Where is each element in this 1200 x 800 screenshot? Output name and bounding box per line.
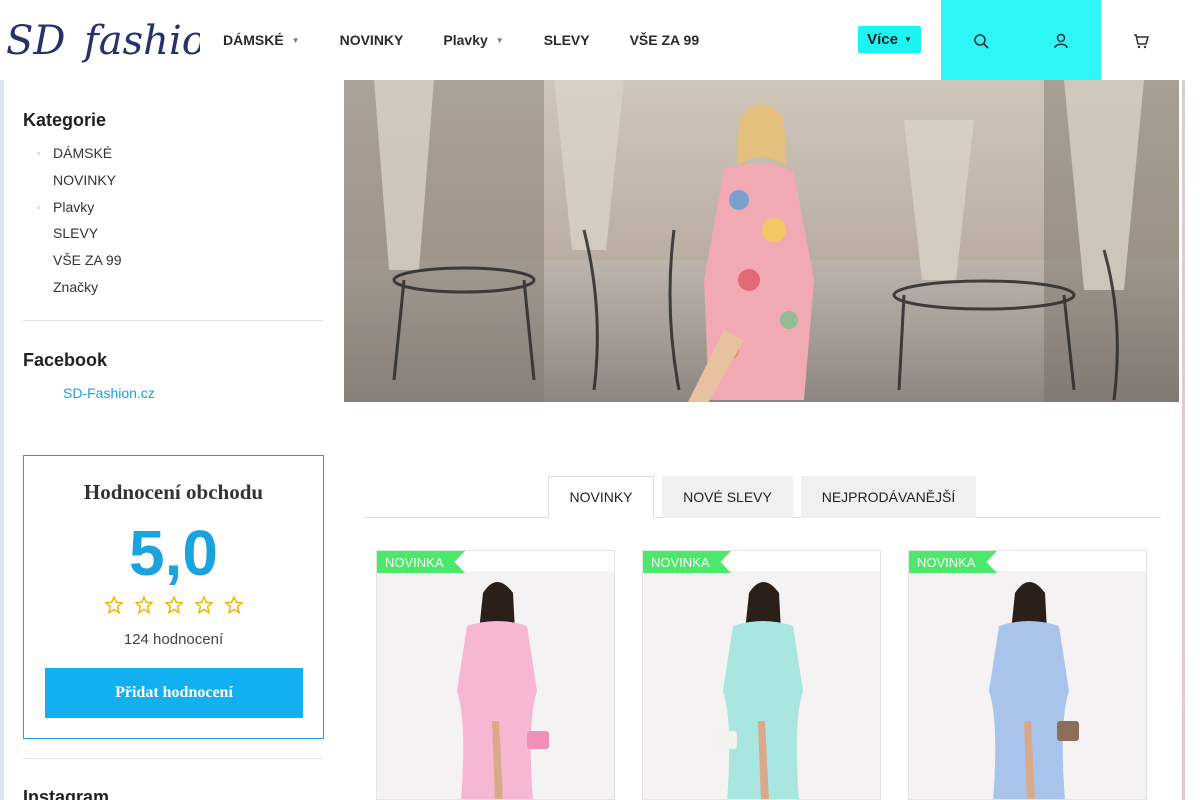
user-icon[interactable] [1051,30,1071,52]
facebook-heading: Facebook [23,350,108,370]
chevron-down-icon: ▼ [495,35,504,45]
hero-banner[interactable] [344,80,1179,402]
tab-nejprodavanejsi[interactable]: NEJPRODÁVANĚJŠÍ [801,476,976,518]
site-header: SD fashion DÁMSKÉ ▼ NOVINKY Plavky ▼ SLE… [0,0,1200,80]
sidebar-divider [23,320,323,321]
main-nav: DÁMSKÉ ▼ NOVINKY Plavky ▼ SLEVY VŠE ZA 9… [223,0,739,80]
categories-heading: Kategorie [23,110,107,130]
category-label: VŠE ZA 99 [53,252,122,269]
more-menu-button[interactable]: Více ▼ [858,26,921,53]
rating-stars [24,596,323,614]
category-item-znacky[interactable]: Značky [23,277,323,304]
category-label: NOVINKY [53,171,117,188]
nav-label: VŠE ZA 99 [629,32,700,48]
more-menu-label: Více [867,31,898,48]
svg-text:fashion: fashion [81,18,200,64]
category-item-novinky[interactable]: NOVINKY [23,170,323,197]
star-icon [164,596,183,614]
star-icon [104,596,123,614]
cart-icon[interactable] [1131,30,1151,52]
nav-label: Plavky [443,32,488,48]
sidebar-divider [23,758,323,759]
product-card[interactable]: NOVINKA [908,550,1147,800]
product-image[interactable] [643,571,881,800]
facebook-link[interactable]: SD-Fashion.cz [63,385,155,401]
nav-item-damske[interactable]: DÁMSKÉ ▼ [223,32,300,48]
new-badge: NOVINKA [909,551,997,573]
page-left-edge [0,0,4,800]
store-rating-box: Hodnocení obchodu 5,0 124 hodnocení Přid… [23,455,324,739]
add-rating-button[interactable]: Přidat hodnocení [45,668,303,718]
star-icon [194,596,213,614]
product-card[interactable]: NOVINKA [376,550,615,800]
category-label: DÁMSKÉ [53,145,113,161]
product-image[interactable] [377,571,615,800]
category-label: SLEVY [53,225,99,242]
chevron-down-icon: ▼ [291,35,300,45]
nav-item-novinky[interactable]: NOVINKY [340,32,404,48]
category-item-plavky[interactable]: ▫ Plavky [23,197,323,224]
product-card[interactable]: NOVINKA [642,550,881,800]
svg-text:SD: SD [6,18,65,64]
nav-item-slevy[interactable]: SLEVY [544,32,590,48]
tab-nove-slevy[interactable]: NOVÉ SLEVY [662,476,793,518]
category-label: Značky [53,278,99,295]
nav-item-plavky[interactable]: Plavky ▼ [443,32,503,48]
rating-count: 124 hodnocení [123,631,224,648]
nav-label: SLEVY [543,32,590,48]
new-badge: NOVINKA [643,551,731,573]
expand-icon[interactable]: ▫ [37,143,40,163]
category-list: ▫ DÁMSKÉ NOVINKY ▫ Plavky SLEVY VŠE ZA 99 … [23,143,323,304]
category-item-vse-za-99[interactable]: VŠE ZA 99 [23,250,323,277]
star-icon [134,596,153,614]
site-logo[interactable]: SD fashion [4,8,232,72]
chevron-down-icon: ▼ [903,35,912,44]
expand-icon[interactable]: ▫ [37,197,40,217]
rating-score: 5,0 [129,517,218,589]
search-icon[interactable] [971,30,991,52]
nav-item-vse-za-99[interactable]: VŠE ZA 99 [630,32,700,48]
nav-label: DÁMSKÉ [223,32,284,48]
category-item-damske[interactable]: ▫ DÁMSKÉ [23,143,323,170]
star-icon [224,596,243,614]
category-item-slevy[interactable]: SLEVY [23,223,323,250]
category-label: Plavky [53,198,95,215]
rating-title: Hodnocení obchodu [83,480,264,504]
nav-label: NOVINKY [339,32,404,48]
product-image[interactable] [909,571,1147,800]
header-action-area [941,0,1101,80]
page-right-edge [1182,80,1185,800]
instagram-heading: Instagram [23,787,110,800]
new-badge: NOVINKA [377,551,465,573]
tab-novinky[interactable]: NOVINKY [548,476,654,518]
